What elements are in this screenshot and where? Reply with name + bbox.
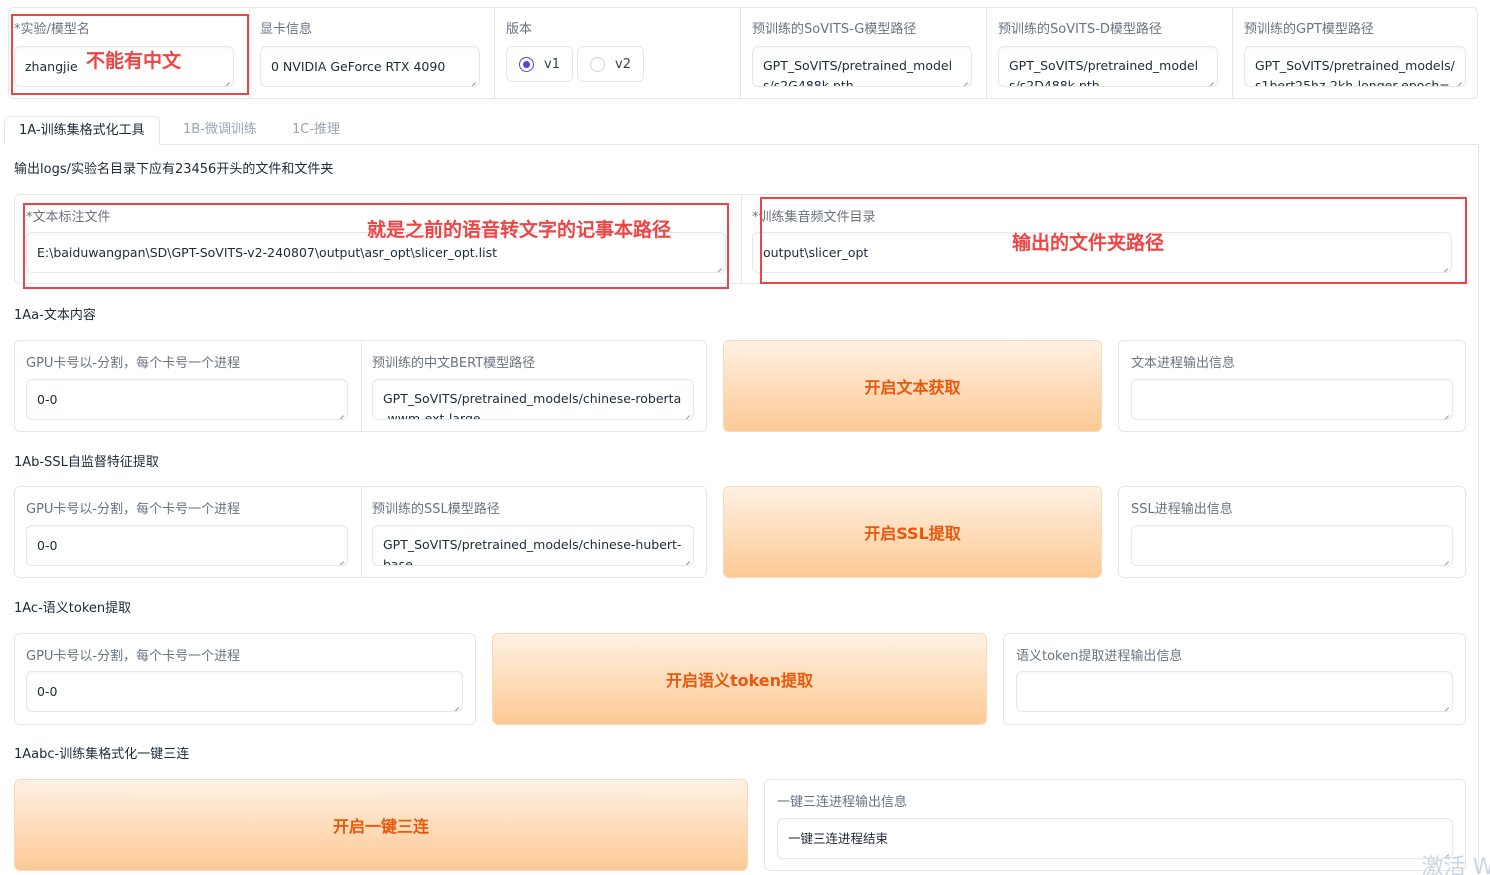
- resize-handle-icon[interactable]: [468, 75, 476, 83]
- gpu-ids-label: GPU卡号以-分割，每个卡号一个进程: [26, 356, 241, 371]
- sovits-g-value: GPT_SoVITS/pretrained_models/s2G488k.pth: [763, 58, 953, 87]
- gpu-info-label: 显卡信息: [260, 22, 313, 37]
- gpu-ids-label: GPU卡号以-分割，每个卡号一个进程: [26, 502, 241, 517]
- section-1ab-title: 1Ab-SSL自监督特征提取: [14, 455, 159, 470]
- ssl-output-label: SSL进程输出信息: [1131, 502, 1233, 517]
- gpt-model-value: GPT_SoVITS/pretrained_models/s1bert25hz-…: [1255, 58, 1455, 87]
- start-ssl-extract-button[interactable]: 开启SSL提取: [723, 486, 1102, 578]
- output-hint: 输出logs/实验名目录下应有23456开头的文件和文件夹: [14, 162, 334, 177]
- version-radio-v2[interactable]: v2: [577, 46, 644, 82]
- resize-handle-icon[interactable]: [1441, 554, 1449, 562]
- version-option-v1: v1: [544, 56, 560, 72]
- resize-handle-icon[interactable]: [1441, 408, 1449, 416]
- one-click-output-box[interactable]: 一键三连进程结束: [777, 818, 1453, 859]
- tab-1c-inference[interactable]: 1C-推理: [278, 116, 354, 145]
- sovits-d-value: GPT_SoVITS/pretrained_models/s2D488k.pth: [1009, 58, 1199, 87]
- ssl-output-box[interactable]: [1131, 525, 1453, 566]
- section-1aa-title: 1Aa-文本内容: [14, 308, 96, 323]
- gpu-ids-input[interactable]: 0-0: [26, 671, 463, 712]
- divider: [740, 8, 741, 98]
- annotation-text-path: 就是之前的语音转文字的记事本路径: [367, 219, 672, 241]
- divider: [249, 8, 250, 98]
- text-output-label: 文本进程输出信息: [1131, 356, 1236, 371]
- ssl-path-label: 预训练的SSL模型路径: [372, 502, 500, 517]
- bert-path-label: 预训练的中文BERT模型路径: [372, 356, 536, 371]
- gpu-ids-input[interactable]: 0-0: [26, 379, 348, 420]
- sovits-d-label: 预训练的SoVITS-D模型路径: [998, 22, 1162, 37]
- resize-handle-icon[interactable]: [960, 75, 968, 83]
- one-click-output-label: 一键三连进程输出信息: [777, 795, 908, 810]
- text-output-box[interactable]: [1131, 379, 1453, 420]
- divider: [986, 8, 987, 98]
- ssl-path-value: GPT_SoVITS/pretrained_models/chinese-hub…: [383, 537, 682, 566]
- resize-handle-icon[interactable]: [1206, 75, 1214, 83]
- tab-1a-format-tool[interactable]: 1A-训练集格式化工具: [4, 116, 160, 145]
- divider: [1232, 8, 1233, 98]
- bert-path-value: GPT_SoVITS/pretrained_models/chinese-rob…: [383, 391, 682, 420]
- windows-activation-watermark: 激活 Wi: [1421, 855, 1490, 875]
- divider: [361, 487, 362, 577]
- token-output-label: 语义token提取进程输出信息: [1016, 649, 1183, 664]
- gpu-info-input[interactable]: 0 NVIDIA GeForce RTX 4090: [260, 46, 480, 87]
- radio-unselected-icon: [590, 56, 605, 72]
- sovits-d-input[interactable]: GPT_SoVITS/pretrained_models/s2D488k.pth: [998, 46, 1218, 87]
- gpu-ids-value: 0-0: [37, 684, 58, 699]
- start-text-extract-button[interactable]: 开启文本获取: [723, 340, 1102, 432]
- section-1aabc-title: 1Aabc-训练集格式化一键三连: [14, 747, 190, 762]
- start-one-click-button[interactable]: 开启一键三连: [14, 779, 748, 871]
- version-radio-v1[interactable]: v1: [506, 46, 573, 82]
- section-1ac-title: 1Ac-语义token提取: [14, 601, 132, 616]
- gpt-model-label: 预训练的GPT模型路径: [1244, 22, 1374, 37]
- annotation-no-chinese: 不能有中文: [86, 50, 182, 72]
- divider: [494, 8, 495, 98]
- version-option-v2: v2: [615, 56, 631, 72]
- gpu-ids-input[interactable]: 0-0: [26, 525, 348, 566]
- resize-handle-icon[interactable]: [682, 554, 690, 562]
- divider: [741, 195, 742, 283]
- gpt-model-input[interactable]: GPT_SoVITS/pretrained_models/s1bert25hz-…: [1244, 46, 1466, 87]
- one-click-output-value: 一键三连进程结束: [788, 831, 889, 846]
- resize-handle-icon[interactable]: [682, 408, 690, 416]
- resize-handle-icon[interactable]: [336, 554, 344, 562]
- resize-handle-icon[interactable]: [1454, 75, 1462, 83]
- bert-path-input[interactable]: GPT_SoVITS/pretrained_models/chinese-rob…: [372, 379, 694, 420]
- gpu-ids-value: 0-0: [37, 392, 58, 407]
- annotation-output-folder: 输出的文件夹路径: [1012, 232, 1165, 254]
- gpu-ids-value: 0-0: [37, 538, 58, 553]
- token-output-box[interactable]: [1016, 671, 1453, 712]
- ssl-path-input[interactable]: GPT_SoVITS/pretrained_models/chinese-hub…: [372, 525, 694, 566]
- sovits-g-input[interactable]: GPT_SoVITS/pretrained_models/s2G488k.pth: [752, 46, 972, 87]
- sovits-g-label: 预训练的SoVITS-G模型路径: [752, 22, 917, 37]
- resize-handle-icon[interactable]: [451, 700, 459, 708]
- resize-handle-icon[interactable]: [336, 408, 344, 416]
- gpu-info-value: 0 NVIDIA GeForce RTX 4090: [271, 59, 446, 74]
- resize-handle-icon[interactable]: [1441, 700, 1449, 708]
- gpu-ids-label: GPU卡号以-分割，每个卡号一个进程: [26, 649, 241, 664]
- tab-1b-finetune[interactable]: 1B-微调训练: [169, 116, 271, 145]
- version-label: 版本: [506, 22, 533, 37]
- start-token-extract-button[interactable]: 开启语义token提取: [492, 633, 987, 725]
- divider: [361, 341, 362, 431]
- radio-selected-icon: [519, 56, 534, 72]
